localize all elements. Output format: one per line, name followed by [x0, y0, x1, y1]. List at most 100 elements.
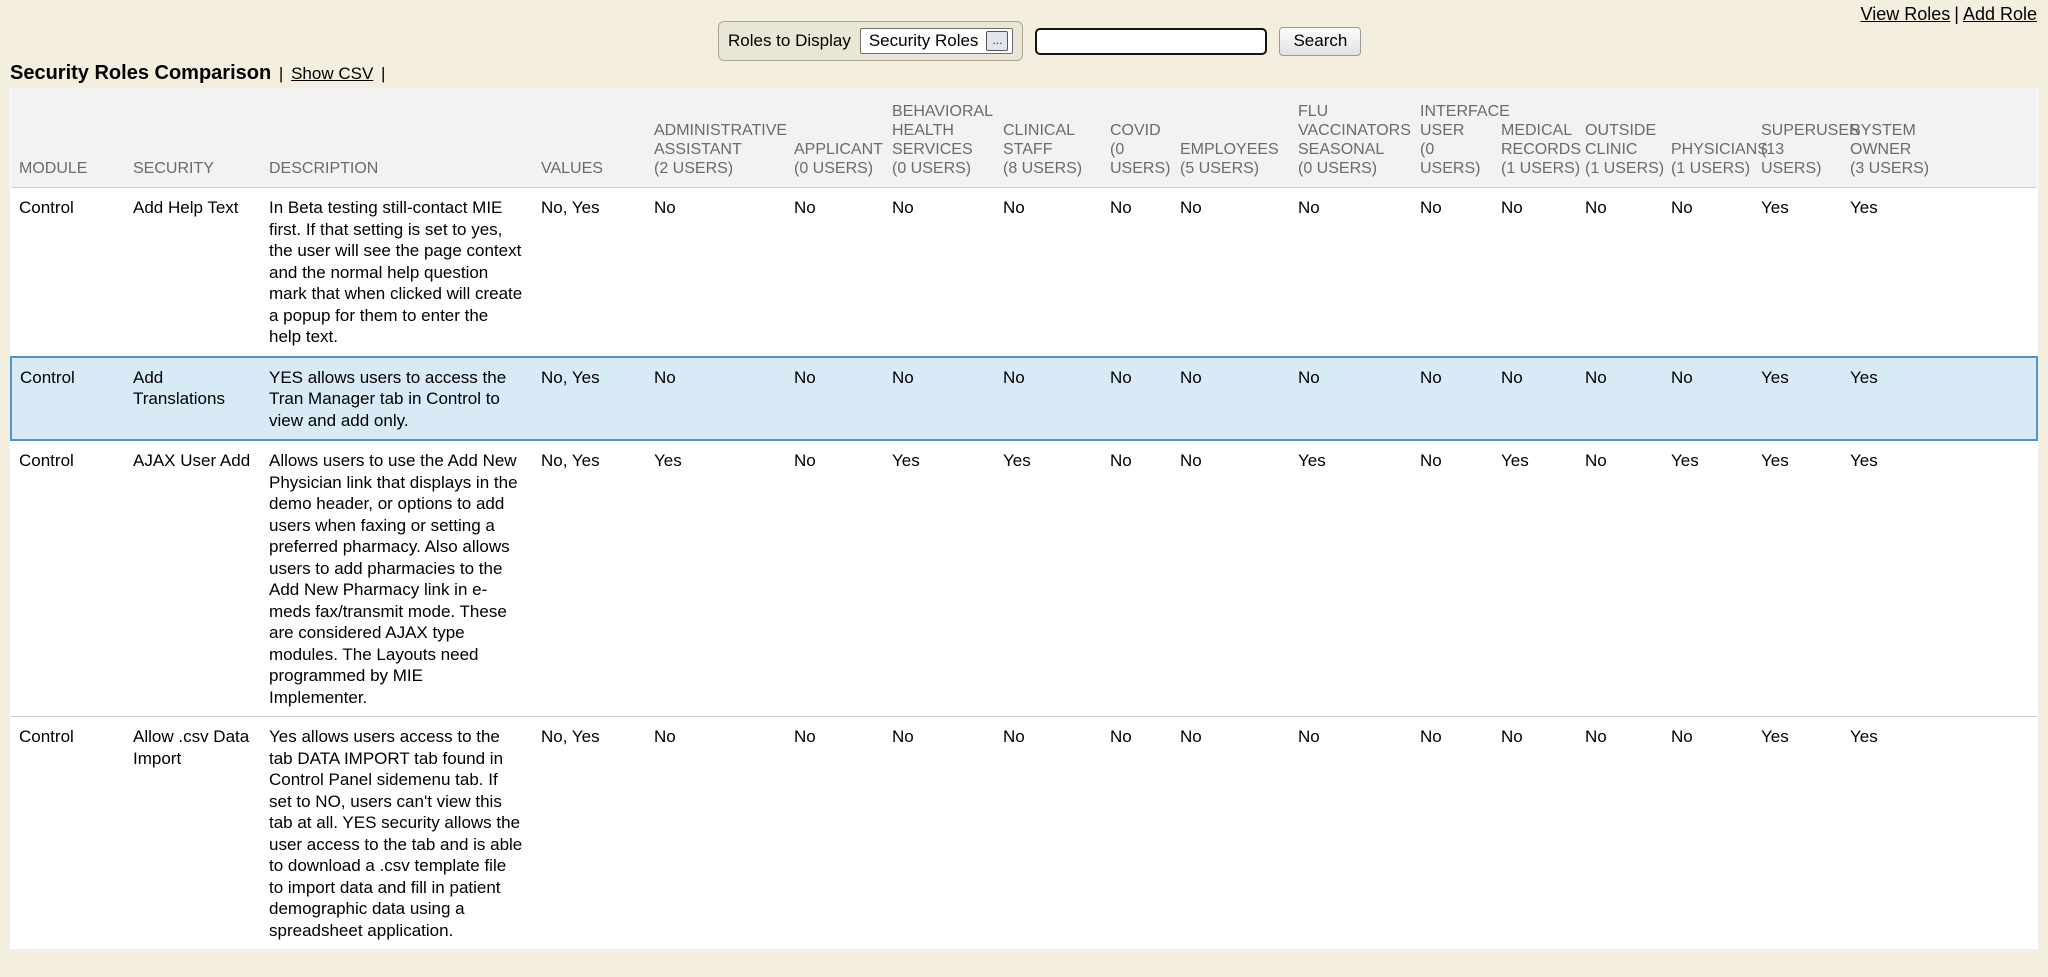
cell-role-value: No	[1180, 440, 1298, 717]
cell-module: Control	[11, 717, 133, 950]
cell-values: No, Yes	[541, 440, 654, 717]
cell-role-value: No	[892, 188, 1003, 357]
cell-role-value: No	[1585, 440, 1671, 717]
cell-role-value: Yes	[1761, 717, 1850, 950]
cell-role-value: Yes	[1003, 440, 1110, 717]
toolbar: Roles to Display Security Roles ... Sear…	[718, 21, 1361, 61]
cell-role-value: Yes	[1671, 440, 1761, 717]
cell-role-value: No	[1501, 188, 1585, 357]
cell-role-value: No	[892, 717, 1003, 950]
page-title: Security Roles Comparison	[10, 62, 271, 84]
column-header: SYSTEMOWNER(3 USERS)	[1850, 88, 2037, 188]
show-csv-link[interactable]: Show CSV	[291, 64, 373, 83]
cell-values: No, Yes	[541, 188, 654, 357]
cell-role-value: No	[1110, 440, 1180, 717]
cell-module: Control	[11, 440, 133, 717]
cell-role-value: No	[794, 188, 892, 357]
roles-selector-field[interactable]: Security Roles ...	[860, 28, 1014, 54]
cell-role-value: Yes	[892, 440, 1003, 717]
cell-role-value: No	[1298, 717, 1420, 950]
cell-role-value: Yes	[1850, 440, 2037, 717]
column-header: INTERFACEUSER(0 USERS)	[1420, 88, 1501, 188]
cell-role-value: No	[794, 357, 892, 441]
cell-security: AJAX User Add	[133, 440, 269, 717]
cell-role-value: Yes	[1501, 440, 1585, 717]
column-header: MODULE	[11, 88, 133, 188]
cell-role-value: No	[1501, 717, 1585, 950]
cell-role-value: Yes	[654, 440, 794, 717]
cell-role-value: No	[1671, 188, 1761, 357]
cell-role-value: No	[1420, 188, 1501, 357]
column-header: PHYSICIANS(1 USERS)	[1671, 88, 1761, 188]
cell-role-value: No	[794, 717, 892, 950]
cell-description: Allows users to use the Add New Physicia…	[269, 440, 541, 717]
table-row: ControlAdd Help TextIn Beta testing stil…	[11, 188, 2037, 357]
cell-role-value: No	[1110, 188, 1180, 357]
cell-security: Add Translations	[133, 357, 269, 441]
cell-role-value: Yes	[1761, 357, 1850, 441]
ellipsis-button[interactable]: ...	[986, 31, 1008, 51]
search-input[interactable]	[1035, 28, 1267, 55]
cell-values: No, Yes	[541, 357, 654, 441]
cell-role-value: No	[654, 717, 794, 950]
cell-role-value: No	[1298, 357, 1420, 441]
column-header: DESCRIPTION	[269, 88, 541, 188]
cell-role-value: No	[1585, 357, 1671, 441]
cell-role-value: No	[1501, 357, 1585, 441]
column-header: EMPLOYEES(5 USERS)	[1180, 88, 1298, 188]
column-header: BEHAVIORALHEALTHSERVICES(0 USERS)	[892, 88, 1003, 188]
table-row: ControlAJAX User AddAllows users to use …	[11, 440, 2037, 717]
view-roles-link[interactable]: View Roles	[1861, 4, 1951, 24]
add-role-link[interactable]: Add Role	[1963, 4, 2037, 24]
cell-role-value: No	[892, 357, 1003, 441]
column-header: SUPERUSER(13 USERS)	[1761, 88, 1850, 188]
roles-to-display-label: Roles to Display	[728, 31, 851, 51]
cell-role-value: No	[1003, 188, 1110, 357]
cell-role-value: No	[1420, 440, 1501, 717]
cell-role-value: No	[1003, 717, 1110, 950]
cell-role-value: No	[1003, 357, 1110, 441]
column-header: SECURITY	[133, 88, 269, 188]
cell-description: In Beta testing still-contact MIE first.…	[269, 188, 541, 357]
cell-security: Allow .csv Data Import	[133, 717, 269, 950]
page-heading: Security Roles Comparison | Show CSV |	[10, 62, 388, 85]
cell-description: Yes allows users access to the tab DATA …	[269, 717, 541, 950]
cell-description: YES allows users to access the Tran Mana…	[269, 357, 541, 441]
column-header: CLINICALSTAFF(8 USERS)	[1003, 88, 1110, 188]
table-row: ControlAdd TranslationsYES allows users …	[11, 357, 2037, 441]
heading-divider: |	[276, 64, 286, 83]
cell-module: Control	[11, 357, 133, 441]
cell-role-value: No	[1298, 188, 1420, 357]
link-divider: |	[1950, 4, 1963, 24]
column-header: ADMINISTRATIVEASSISTANT(2 USERS)	[654, 88, 794, 188]
cell-role-value: Yes	[1850, 717, 2037, 950]
heading-divider: |	[378, 64, 388, 83]
cell-role-value: No	[1180, 188, 1298, 357]
cell-role-value: No	[1420, 357, 1501, 441]
search-button[interactable]: Search	[1279, 27, 1361, 56]
cell-role-value: No	[1180, 357, 1298, 441]
cell-module: Control	[11, 188, 133, 357]
roles-selector-value: Security Roles	[869, 31, 979, 51]
table-container: MODULESECURITYDESCRIPTIONVALUESADMINISTR…	[10, 88, 2036, 949]
cell-role-value: No	[654, 357, 794, 441]
column-header: VALUES	[541, 88, 654, 188]
table-header-row: MODULESECURITYDESCRIPTIONVALUESADMINISTR…	[11, 88, 2037, 188]
table-row: ControlAllow .csv Data ImportYes allows …	[11, 717, 2037, 950]
security-roles-table: MODULESECURITYDESCRIPTIONVALUESADMINISTR…	[10, 88, 2038, 949]
cell-values: No, Yes	[541, 717, 654, 950]
cell-role-value: No	[1585, 717, 1671, 950]
cell-role-value: Yes	[1761, 188, 1850, 357]
column-header: OUTSIDECLINIC(1 USERS)	[1585, 88, 1671, 188]
cell-role-value: No	[1671, 717, 1761, 950]
cell-role-value: No	[1585, 188, 1671, 357]
table-header: MODULESECURITYDESCRIPTIONVALUESADMINISTR…	[11, 88, 2037, 188]
roles-to-display-box: Roles to Display Security Roles ...	[718, 21, 1023, 61]
cell-role-value: No	[794, 440, 892, 717]
cell-role-value: Yes	[1761, 440, 1850, 717]
cell-role-value: No	[1110, 357, 1180, 441]
column-header: APPLICANT(0 USERS)	[794, 88, 892, 188]
column-header: COVID(0 USERS)	[1110, 88, 1180, 188]
column-header: MEDICALRECORDS(1 USERS)	[1501, 88, 1585, 188]
cell-security: Add Help Text	[133, 188, 269, 357]
